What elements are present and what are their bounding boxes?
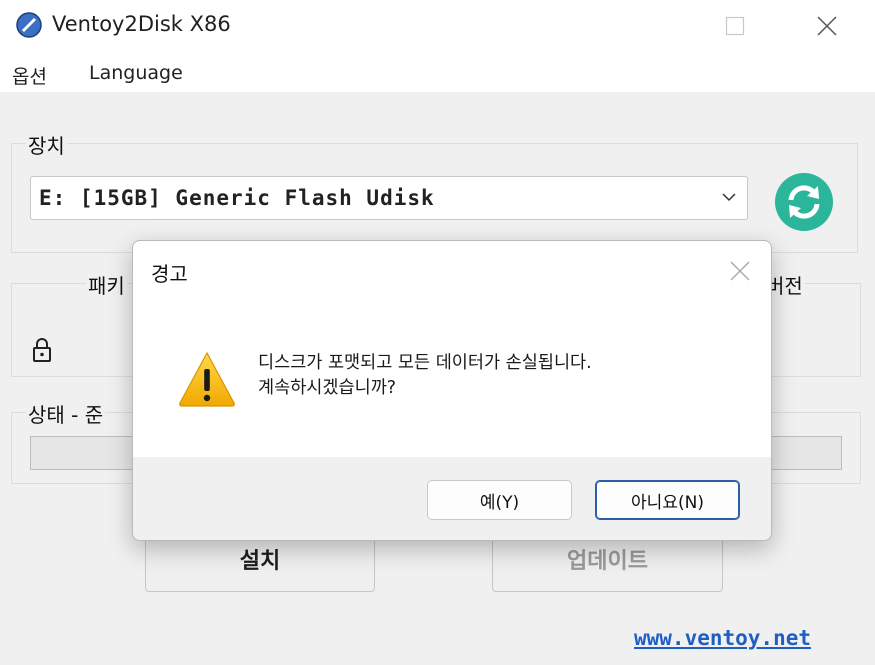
dialog-title: 경고 — [151, 262, 188, 286]
device-select-value: E: [15GB] Generic Flash Udisk — [39, 186, 435, 210]
device-group-label: 장치 — [26, 130, 67, 159]
no-button[interactable]: 아니요(N) — [595, 480, 740, 520]
dialog-close-button[interactable] — [722, 256, 758, 286]
status-group-label: 상태 - 준 — [26, 399, 106, 428]
title-bar: Ventoy2Disk X86 — [0, 0, 875, 52]
minimize-icon — [634, 25, 648, 27]
menu-language[interactable]: Language — [89, 62, 183, 84]
ventoy-logo-icon — [16, 12, 42, 38]
warning-dialog: 경고 디스크가 포맷되고 모든 데이터가 손실됩니다. 계속하시겠습니까? 예(… — [132, 240, 772, 541]
window-title: Ventoy2Disk X86 — [52, 12, 231, 36]
minimize-button[interactable] — [617, 10, 665, 42]
package-group-label: 패키 — [86, 270, 127, 299]
dialog-message-line-1: 디스크가 포맷되고 모든 데이터가 손실됩니다. — [258, 353, 592, 373]
refresh-icon — [775, 173, 833, 231]
maximize-button[interactable] — [711, 10, 759, 42]
refresh-button[interactable] — [774, 172, 834, 232]
website-link[interactable]: www.ventoy.net — [634, 626, 811, 650]
maximize-icon — [725, 16, 745, 36]
close-button[interactable] — [803, 10, 851, 42]
chevron-down-icon — [722, 193, 736, 202]
menu-options[interactable]: 옵션 — [12, 62, 47, 89]
warning-icon — [179, 351, 235, 407]
dialog-message: 디스크가 포맷되고 모든 데이터가 손실됩니다. 계속하시겠습니까? — [258, 351, 592, 401]
device-select[interactable]: E: [15GB] Generic Flash Udisk — [30, 176, 748, 220]
close-icon — [817, 16, 837, 36]
dialog-footer: 예(Y) 아니요(N) — [133, 457, 771, 540]
dialog-message-line-2: 계속하시겠습니까? — [258, 378, 397, 398]
yes-button[interactable]: 예(Y) — [427, 480, 572, 520]
lock-icon — [33, 338, 51, 362]
close-icon — [730, 261, 750, 281]
menu-bar: 옵션 Language — [0, 52, 875, 92]
